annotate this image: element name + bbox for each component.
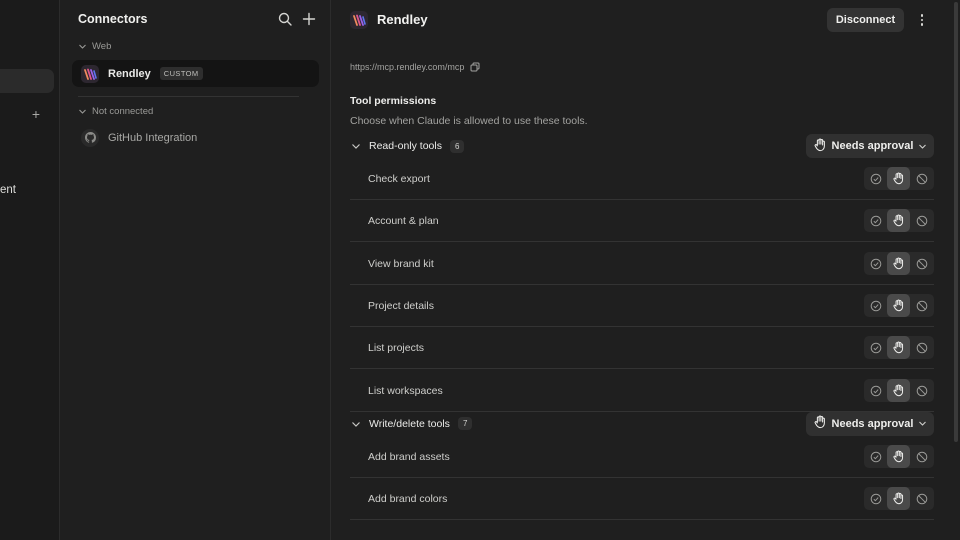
disconnect-button[interactable]: Disconnect — [827, 8, 904, 32]
connectors-pane: Connectors Web Rendley CUSTOM Not connec… — [61, 0, 331, 540]
tool-group-header[interactable]: Read-only tools 6 Needs approval — [350, 134, 934, 158]
block-icon[interactable] — [910, 487, 933, 510]
tool-row: List projects — [350, 327, 934, 369]
tool-count-badge: 7 — [457, 417, 473, 431]
tool-name: Account & plan — [368, 214, 439, 227]
block-icon[interactable] — [910, 167, 933, 190]
chevron-down-icon — [79, 109, 86, 114]
needs-approval-icon[interactable] — [887, 379, 910, 402]
left-nav-add-icon[interactable]: + — [30, 107, 42, 121]
divider — [78, 96, 299, 97]
group-label-not-connected[interactable]: Not connected — [78, 106, 153, 117]
block-icon[interactable] — [910, 252, 933, 275]
tool-permission-selector — [864, 445, 934, 468]
block-icon[interactable] — [910, 336, 933, 359]
group-label-web[interactable]: Web — [78, 41, 111, 52]
group-label-text: Not connected — [92, 106, 154, 117]
search-icon[interactable] — [276, 10, 294, 28]
always-allow-icon[interactable] — [864, 445, 887, 468]
page-title: Rendley — [377, 12, 428, 27]
left-nav-selected-item[interactable] — [0, 69, 54, 93]
chevron-down-icon — [919, 421, 927, 427]
group-policy-dropdown[interactable]: Needs approval — [806, 134, 934, 158]
group-label-text: Web — [92, 41, 112, 52]
chevron-down-icon — [919, 144, 927, 149]
scrollbar[interactable] — [954, 2, 958, 442]
always-allow-icon[interactable] — [864, 252, 887, 275]
needs-approval-icon[interactable] — [887, 209, 910, 232]
always-allow-icon[interactable] — [864, 167, 887, 190]
rendley-logo-icon — [350, 11, 368, 29]
tool-group-name: Write/delete tools — [369, 417, 450, 430]
rendley-logo-icon — [81, 64, 99, 83]
tool-name: Add brand assets — [368, 450, 450, 463]
tool-row: View brand kit — [350, 243, 934, 285]
tool-name: Add brand colors — [368, 492, 448, 505]
connector-detail-pane: Rendley Disconnect https://mcp.rendley.c… — [332, 0, 960, 540]
tool-row: Check export — [350, 158, 934, 200]
policy-label: Needs approval — [831, 140, 914, 152]
tool-permission-selector — [864, 167, 934, 190]
needs-approval-icon[interactable] — [887, 294, 910, 317]
tool-permission-selector — [864, 379, 934, 402]
copy-icon[interactable] — [470, 62, 480, 72]
connector-item-rendley[interactable]: Rendley CUSTOM — [72, 60, 319, 87]
tool-name: View brand kit — [368, 257, 434, 270]
left-nav-item-fragment[interactable]: ent — [0, 184, 16, 196]
custom-badge: CUSTOM — [159, 67, 203, 80]
needs-approval-icon[interactable] — [887, 167, 910, 190]
connector-item-github[interactable]: GitHub Integration — [72, 124, 319, 151]
always-allow-icon[interactable] — [864, 209, 887, 232]
always-allow-icon[interactable] — [864, 487, 887, 510]
needs-approval-icon[interactable] — [887, 252, 910, 275]
tool-group-name: Read-only tools — [369, 140, 442, 152]
block-icon[interactable] — [910, 294, 933, 317]
tool-row: Account & plan — [350, 200, 934, 242]
connectors-title: Connectors — [78, 12, 148, 26]
tool-permission-selector — [864, 336, 934, 359]
chevron-down-icon[interactable] — [350, 418, 362, 430]
block-icon[interactable] — [910, 379, 933, 402]
connector-url: https://mcp.rendley.com/mcp — [350, 62, 480, 72]
tool-permission-selector — [864, 487, 934, 510]
left-nav-strip: + ent — [0, 0, 60, 540]
block-icon[interactable] — [910, 445, 933, 468]
tool-row: Add brand colors — [350, 478, 934, 520]
policy-label: Needs approval — [831, 417, 914, 430]
add-connector-icon[interactable] — [300, 10, 318, 28]
always-allow-icon[interactable] — [864, 294, 887, 317]
connector-name: GitHub Integration — [108, 131, 198, 144]
github-icon — [81, 128, 99, 147]
permissions-title: Tool permissions — [350, 95, 437, 107]
tool-row: List workspaces — [350, 370, 934, 412]
tool-count-badge: 6 — [449, 139, 465, 153]
more-options-icon[interactable] — [912, 10, 932, 30]
tool-permission-selector — [864, 294, 934, 317]
chevron-down-icon — [79, 44, 86, 49]
needs-approval-icon[interactable] — [887, 445, 910, 468]
needs-approval-icon[interactable] — [887, 487, 910, 510]
tool-row: Add brand assets — [350, 436, 934, 478]
group-policy-dropdown[interactable]: Needs approval — [806, 411, 934, 436]
tool-name: List workspaces — [368, 384, 443, 397]
tool-name: Check export — [368, 172, 430, 185]
always-allow-icon[interactable] — [864, 379, 887, 402]
chevron-down-icon[interactable] — [350, 140, 362, 152]
tool-name: List projects — [368, 341, 425, 354]
block-icon[interactable] — [910, 209, 933, 232]
needs-approval-icon[interactable] — [887, 336, 910, 359]
permissions-subtitle: Choose when Claude is allowed to use the… — [350, 115, 588, 127]
tool-row: Project details — [350, 285, 934, 327]
tool-name: Project details — [368, 299, 434, 312]
always-allow-icon[interactable] — [864, 336, 887, 359]
tool-group-header[interactable]: Write/delete tools 7 Needs approval — [350, 411, 934, 436]
url-text: https://mcp.rendley.com/mcp — [350, 62, 465, 72]
connector-name: Rendley — [108, 67, 151, 80]
tool-permission-selector — [864, 209, 934, 232]
hand-icon — [813, 415, 827, 432]
tool-permission-selector — [864, 252, 934, 275]
hand-icon — [813, 138, 827, 155]
